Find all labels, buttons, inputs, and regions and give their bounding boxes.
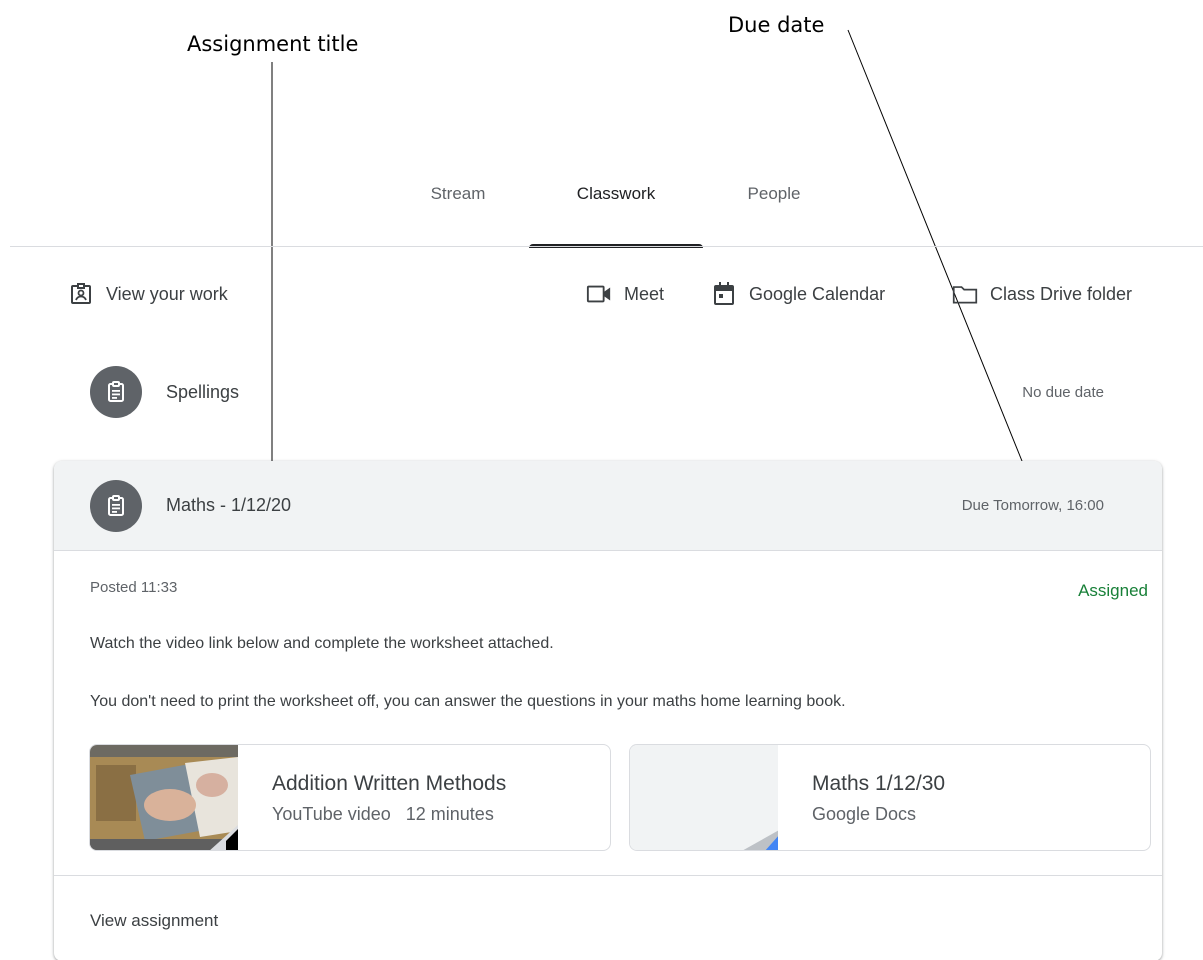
assignment-row[interactable]: Spellings No due date (54, 347, 1162, 437)
description-line: Watch the video link below and complete … (90, 635, 554, 652)
assignment-icon (90, 479, 142, 532)
google-calendar-label: Google Calendar (749, 283, 886, 304)
attachment-doc[interactable]: Maths 1/12/30 Google Docs (629, 744, 1151, 851)
tab-stream-label: Stream (430, 184, 486, 203)
meet-label: Meet (624, 283, 665, 304)
attachment-video[interactable]: Addition Written Methods YouTube video 1… (89, 744, 611, 851)
docs-thumbnail (630, 745, 788, 850)
class-drive-folder-label: Class Drive folder (990, 283, 1133, 304)
meet-button[interactable]: Meet (586, 278, 664, 310)
attachment-subtitle: YouTube video 12 minutes (272, 804, 494, 824)
tab-people[interactable]: People (724, 184, 824, 248)
video-thumbnail (90, 745, 238, 850)
assignment-row-expanded[interactable]: Maths - 1/12/20 Due Tomorrow, 16:00 (54, 461, 1162, 551)
tab-classwork[interactable]: Classwork (529, 184, 703, 248)
expanded-assignment-card: Maths - 1/12/20 Due Tomorrow, 16:00 Post… (54, 461, 1162, 960)
tab-people-label: People (747, 184, 801, 203)
video-camera-icon (586, 281, 612, 307)
assignment-ind-icon (68, 281, 94, 307)
class-drive-folder-button[interactable]: Class Drive folder (952, 278, 1132, 310)
card-divider (54, 875, 1162, 876)
tab-stream[interactable]: Stream (408, 184, 508, 248)
view-assignment-link[interactable]: View assignment (90, 911, 218, 931)
annotation-label-assignment-title: Assignment title (187, 32, 359, 56)
assignment-due-date: No due date (1022, 383, 1104, 401)
attachment-subtitle: Google Docs (812, 804, 917, 824)
assignment-title: Spellings (166, 381, 240, 402)
view-your-work-button[interactable]: View your work (68, 278, 228, 310)
google-calendar-button[interactable]: Google Calendar (711, 278, 885, 310)
annotation-label-due-date: Due date (728, 13, 825, 37)
view-your-work-label: View your work (106, 283, 228, 304)
status-badge: Assigned (1078, 581, 1148, 600)
assignment-title: Maths - 1/12/20 (166, 495, 292, 515)
attachment-title: Addition Written Methods (272, 772, 507, 795)
assignment-due-date: Due Tomorrow, 16:00 (961, 497, 1104, 514)
tab-divider (10, 246, 1203, 247)
posted-time: Posted 11:33 (90, 579, 178, 596)
calendar-icon (711, 281, 737, 307)
description-line: You don't need to print the worksheet of… (90, 693, 846, 710)
folder-icon (952, 281, 978, 307)
tab-bar: Stream Classwork People (0, 170, 1203, 248)
attachment-title: Maths 1/12/30 (812, 772, 946, 795)
tab-classwork-label: Classwork (576, 184, 656, 203)
assignment-icon (90, 366, 142, 418)
